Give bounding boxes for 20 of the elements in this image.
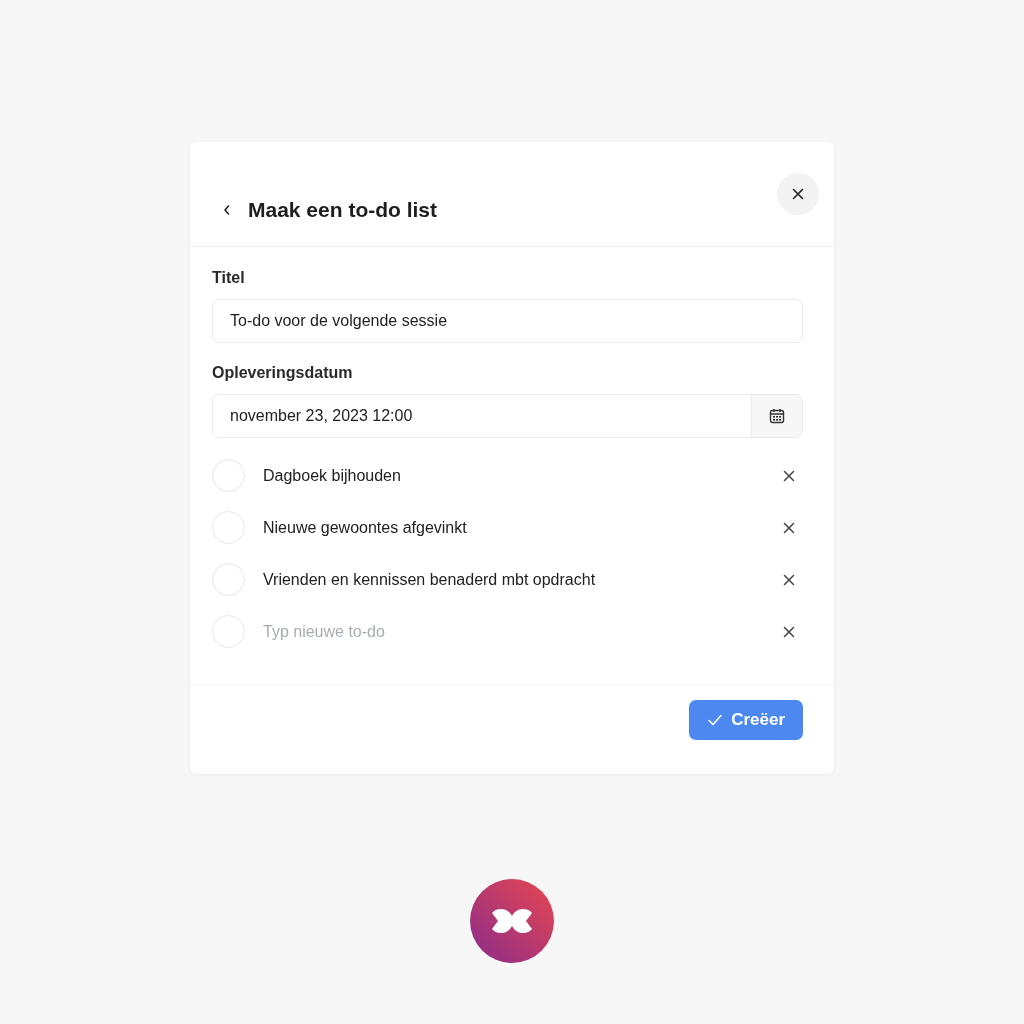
close-icon [783, 469, 795, 482]
field-label: Titel [212, 268, 246, 288]
close-icon [783, 573, 795, 586]
close-button[interactable] [777, 173, 819, 215]
calendar-button[interactable] [751, 395, 802, 437]
todo-text[interactable]: Vrienden en kennissen benaderd mbt opdracht [263, 570, 777, 589]
close-icon [783, 521, 795, 534]
date-field[interactable]: november 23, 2023 12:00 [212, 394, 803, 438]
dialog-title: Maak een to-do list [248, 198, 438, 222]
chevron-left-icon [222, 204, 232, 216]
checkmark-icon [707, 713, 724, 727]
title-field[interactable]: To-do voor de volgende sessie [212, 299, 803, 343]
close-icon [792, 188, 804, 200]
todo-text[interactable]: Nieuwe gewoontes afgevinkt [263, 518, 777, 537]
todo-text[interactable]: Dagboek bijhouden [263, 466, 777, 485]
field-label: Opleveringsdatum [212, 363, 354, 383]
calendar-icon [769, 408, 785, 424]
close-icon [783, 625, 795, 638]
logo-icon [470, 879, 554, 963]
new-todo-field[interactable]: Typ nieuwe to-do [263, 622, 777, 641]
